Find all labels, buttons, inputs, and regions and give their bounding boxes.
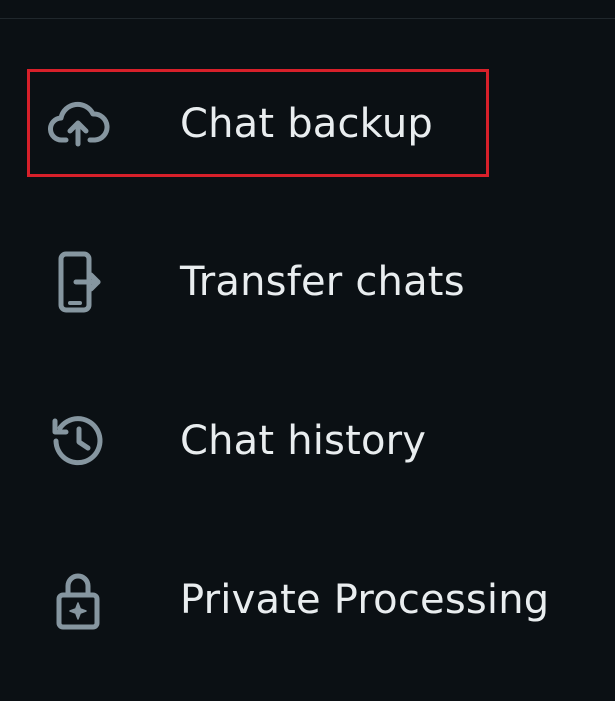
phone-transfer-icon xyxy=(42,246,114,318)
menu-item-label: Chat history xyxy=(180,418,427,464)
menu-item-chat-backup[interactable]: Chat backup xyxy=(0,64,615,184)
lock-icon xyxy=(42,564,114,636)
menu-item-private-processing[interactable]: Private Processing xyxy=(0,540,615,660)
menu-item-label: Transfer chats xyxy=(180,259,465,305)
menu-item-label: Private Processing xyxy=(180,577,550,623)
menu-item-label: Chat backup xyxy=(180,101,433,147)
history-icon xyxy=(42,405,114,477)
cloud-upload-icon xyxy=(42,88,114,160)
menu-item-transfer-chats[interactable]: Transfer chats xyxy=(0,222,615,342)
menu-item-chat-history[interactable]: Chat history xyxy=(0,381,615,501)
chats-settings-menu: Chat backup Transfer chats Chat history xyxy=(0,0,615,701)
